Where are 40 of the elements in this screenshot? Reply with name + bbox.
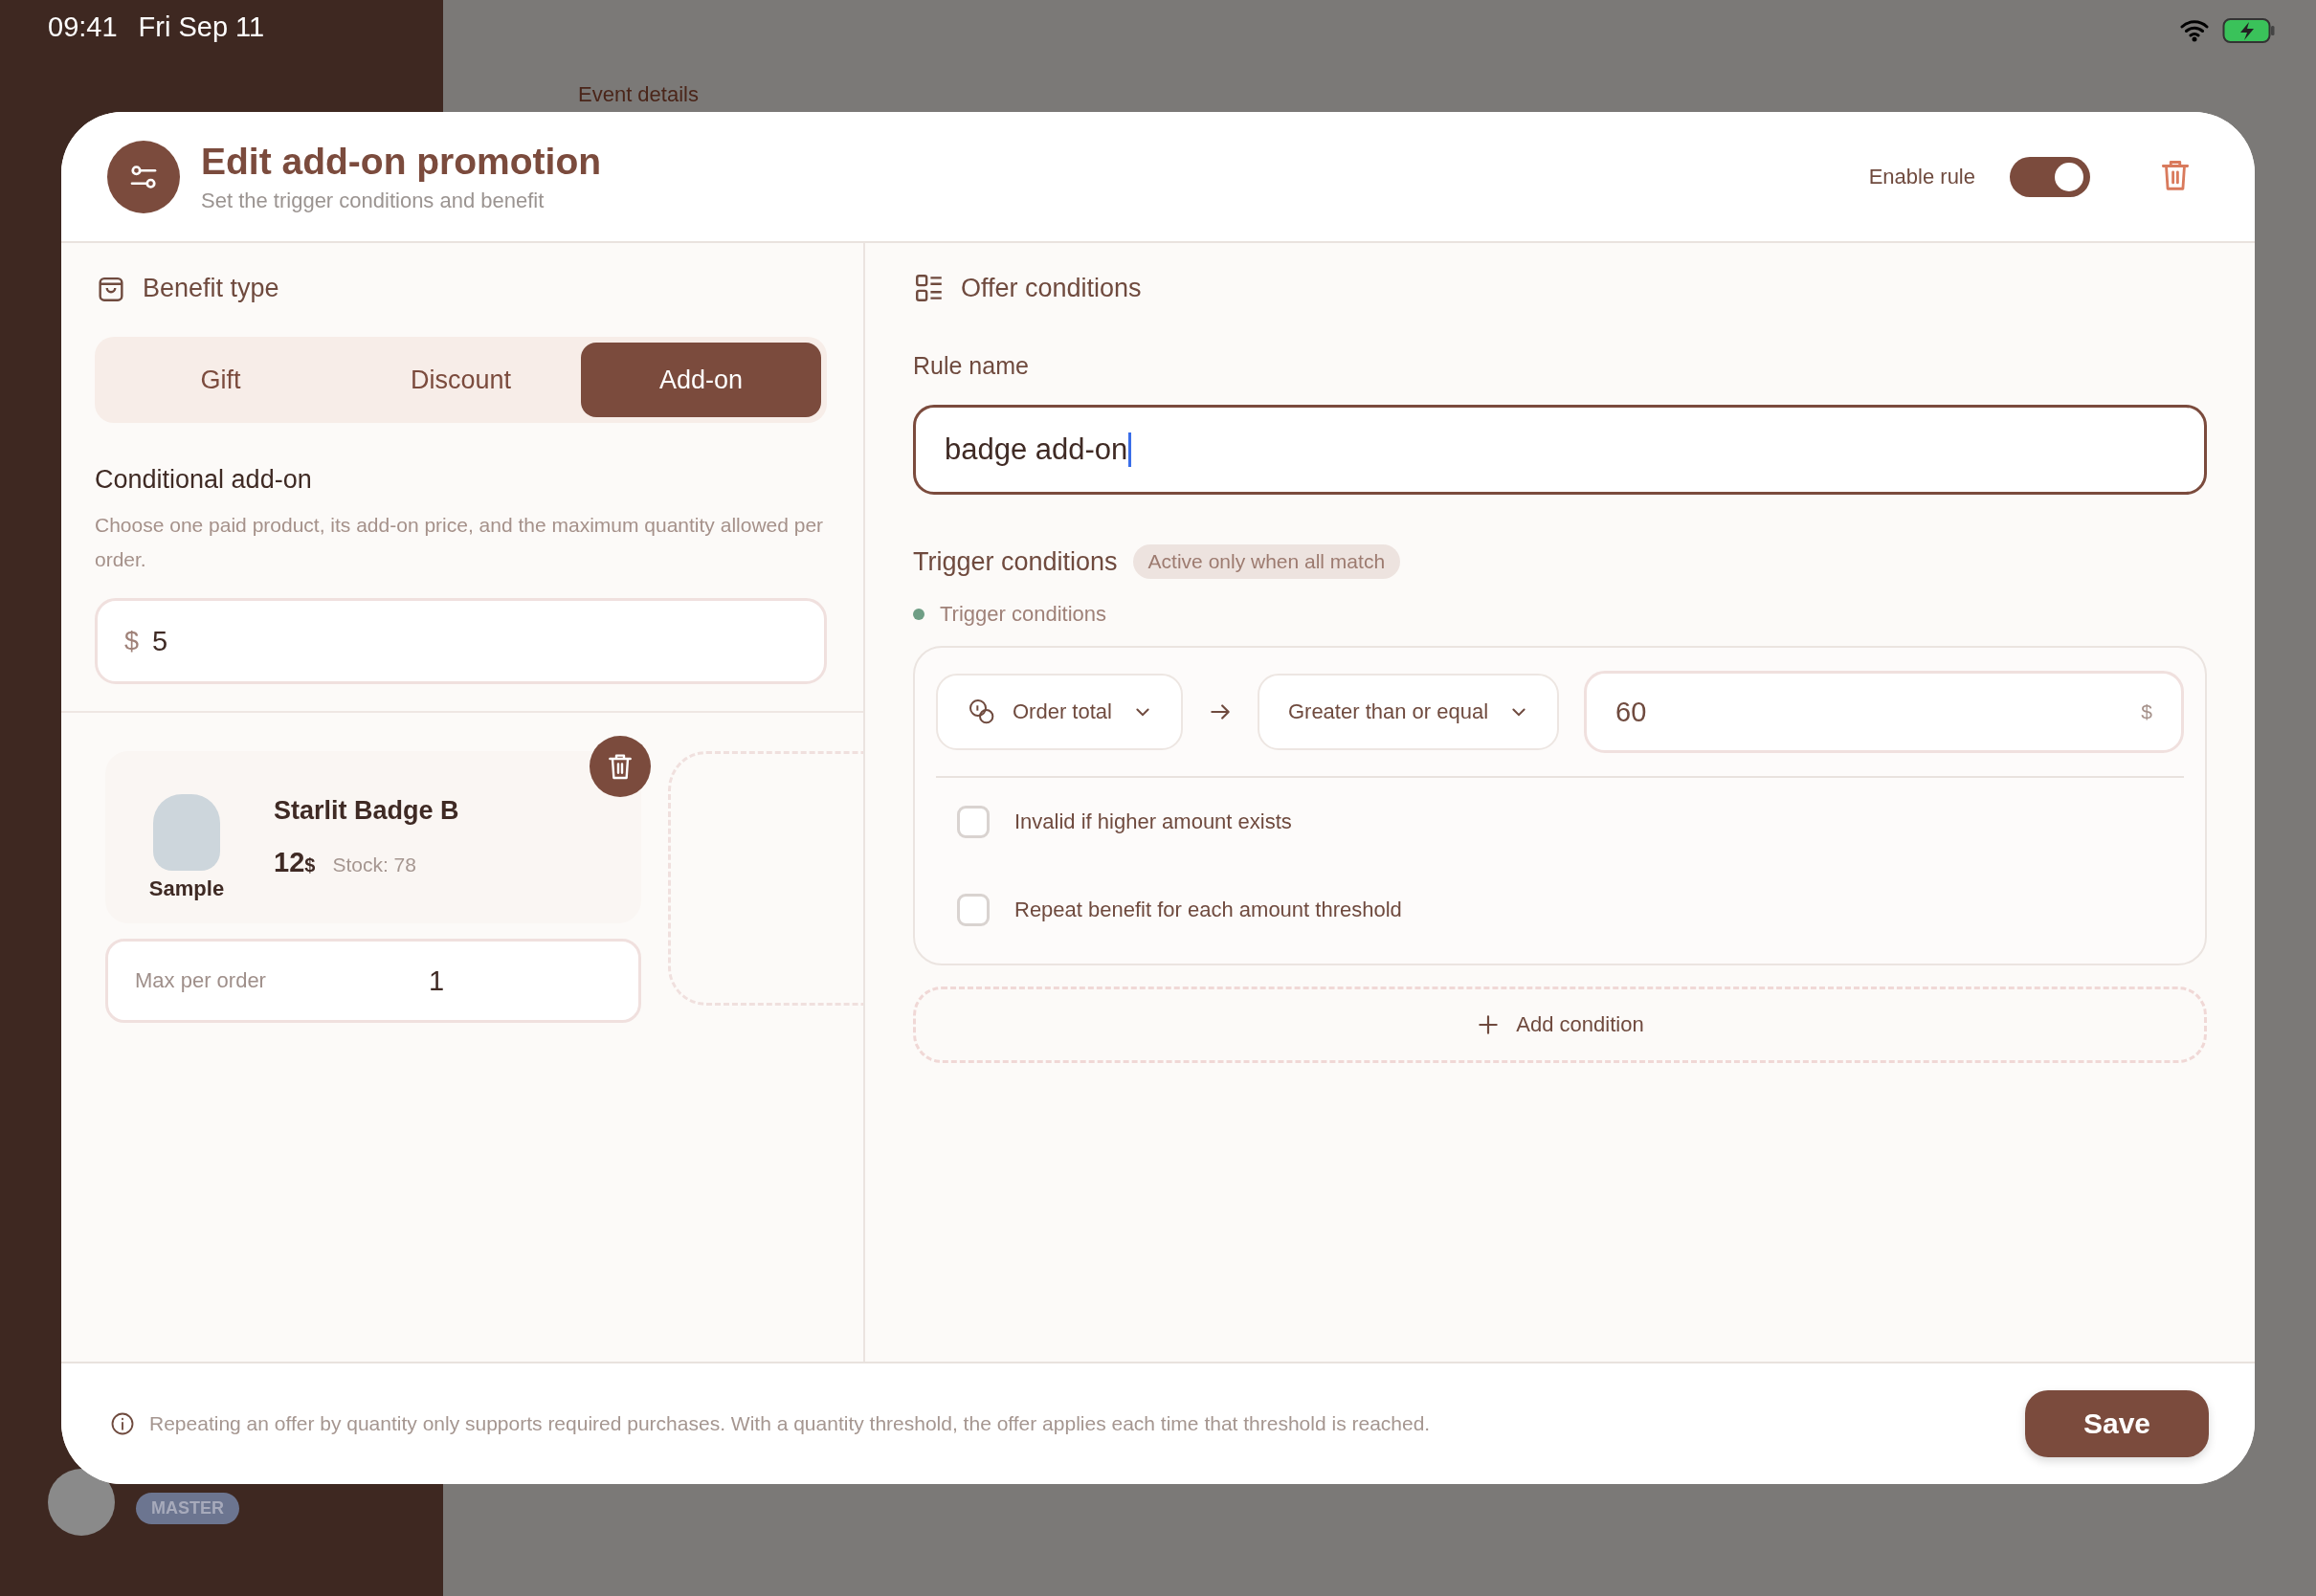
status-time: 09:41 bbox=[48, 11, 118, 43]
section-description: Choose one paid product, its add-on price, and the maximum quantity allowed per order. bbox=[95, 513, 825, 572]
checkbox[interactable] bbox=[957, 806, 990, 838]
battery-icon bbox=[2222, 17, 2276, 44]
match-badge: Active only when all match bbox=[1132, 544, 1401, 579]
wifi-icon bbox=[2180, 19, 2209, 42]
checkbox-label: Repeat benefit for each amount threshold bbox=[1014, 898, 1402, 922]
rule-name-label: Rule name bbox=[913, 352, 1030, 380]
enable-label: Enable rule bbox=[1868, 164, 1975, 189]
footer-note: Repeating an offer by quantity only supports required purchases. With a quantity threshold, the offer applies each time that threshold is reached. bbox=[149, 1412, 1432, 1435]
checkbox[interactable] bbox=[957, 894, 990, 926]
checkbox-label: Invalid if higher amount exists bbox=[1014, 809, 1292, 834]
product-stock: Stock: 78 bbox=[332, 853, 416, 876]
price-field[interactable]: $ 5 bbox=[95, 598, 827, 684]
dialog-title: Edit add-on promotion bbox=[201, 140, 603, 183]
max-per-order-field[interactable]: Max per order 1 bbox=[105, 939, 641, 1023]
dialog-subtitle: Set the trigger conditions and benefit bbox=[201, 188, 546, 213]
trigger-title: Trigger conditions bbox=[913, 546, 1118, 577]
image-caption: Sample bbox=[148, 876, 225, 901]
role-badge: MASTER bbox=[136, 1493, 239, 1524]
section-heading: Benefit type bbox=[143, 273, 279, 303]
info-icon bbox=[109, 1410, 136, 1437]
rule-name-field[interactable]: badge add-on bbox=[913, 405, 2207, 495]
benefit-tab[interactable]: Discount bbox=[341, 343, 581, 417]
breadcrumb-label: Event details bbox=[578, 82, 699, 107]
product-name: Starlit Badge B bbox=[274, 796, 459, 826]
product-price: 12$ bbox=[274, 847, 316, 878]
add-condition-button[interactable]: Add condition bbox=[913, 986, 2207, 1063]
group-dot bbox=[913, 609, 924, 620]
operator-dropdown[interactable]: Greater than or equal bbox=[1257, 674, 1560, 750]
benefit-tab[interactable]: Gift bbox=[100, 343, 341, 417]
field-dropdown[interactable]: Order total bbox=[936, 674, 1183, 750]
status-date: Fri Sep 11 bbox=[138, 11, 265, 43]
enable-toggle[interactable] bbox=[2010, 156, 2090, 197]
benefit-tab[interactable]: Add-on bbox=[581, 343, 821, 417]
group-label: Trigger conditions bbox=[940, 602, 1107, 627]
section-heading: Offer conditions bbox=[961, 273, 1142, 303]
threshold-field[interactable]: 60 $ bbox=[1584, 671, 2184, 753]
save-button[interactable]: Save bbox=[2025, 1390, 2209, 1457]
section-title: Conditional add-on bbox=[95, 465, 313, 495]
